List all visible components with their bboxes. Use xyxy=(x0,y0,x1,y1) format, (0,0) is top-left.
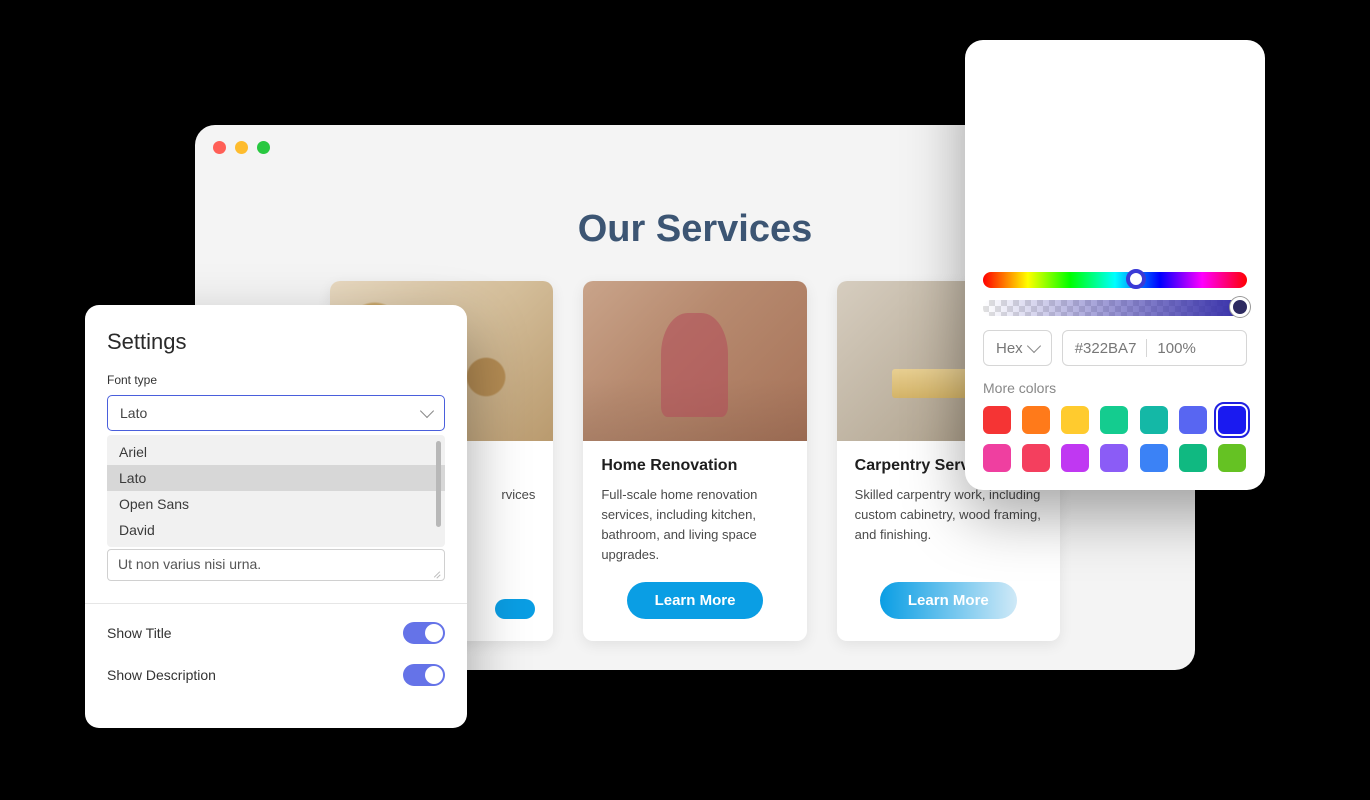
toggle-row: Show Description xyxy=(107,664,445,686)
font-select-value: Lato xyxy=(120,405,147,421)
color-picker-panel: Hex #322BA7 100% More colors xyxy=(965,40,1265,490)
show-description-label: Show Description xyxy=(107,667,216,683)
window-close-icon[interactable] xyxy=(213,141,226,154)
service-card: Home Renovation Full-scale home renovati… xyxy=(583,281,806,641)
show-title-toggle[interactable] xyxy=(403,622,445,644)
color-swatch[interactable] xyxy=(983,444,1011,472)
font-select[interactable]: Lato xyxy=(107,395,445,431)
service-description: Full-scale home renovation services, inc… xyxy=(601,485,788,566)
color-format-select[interactable]: Hex xyxy=(983,330,1052,366)
learn-more-button[interactable]: Learn More xyxy=(627,582,764,619)
font-type-label: Font type xyxy=(107,373,445,387)
color-swatch[interactable] xyxy=(1218,406,1246,434)
font-option[interactable]: Lato xyxy=(107,465,445,491)
color-format-row: Hex #322BA7 100% xyxy=(983,330,1247,366)
scrollbar[interactable] xyxy=(436,441,441,527)
resize-grip-icon[interactable] xyxy=(431,567,441,577)
color-swatch[interactable] xyxy=(1179,406,1207,434)
hex-value: #322BA7 xyxy=(1075,340,1137,357)
toggle-row: Show Title xyxy=(107,622,445,644)
color-swatch[interactable] xyxy=(1140,406,1168,434)
font-option[interactable]: Open Sans xyxy=(107,491,445,517)
textarea-content: Ut non varius nisi urna. xyxy=(118,556,261,572)
color-swatch[interactable] xyxy=(1061,406,1089,434)
settings-panel: Settings Font type Lato Ariel Lato Open … xyxy=(85,305,467,728)
color-swatch[interactable] xyxy=(1100,406,1128,434)
service-title: Home Renovation xyxy=(601,457,788,475)
alpha-thumb[interactable] xyxy=(1230,297,1250,317)
color-swatches xyxy=(983,406,1247,472)
service-description: Skilled carpentry work, including custom… xyxy=(855,485,1042,566)
color-swatch[interactable] xyxy=(1179,444,1207,472)
alpha-slider[interactable] xyxy=(983,300,1247,316)
saturation-picker[interactable] xyxy=(983,58,1247,258)
color-swatch[interactable] xyxy=(1022,444,1050,472)
color-value-input[interactable]: #322BA7 100% xyxy=(1062,330,1247,366)
hue-slider[interactable] xyxy=(983,272,1247,288)
chevron-down-icon xyxy=(1027,339,1041,353)
settings-heading: Settings xyxy=(107,329,445,355)
more-colors-label: More colors xyxy=(983,380,1247,396)
font-option[interactable]: David xyxy=(107,517,445,543)
color-swatch[interactable] xyxy=(1061,444,1089,472)
show-description-toggle[interactable] xyxy=(403,664,445,686)
learn-more-button[interactable] xyxy=(495,599,535,619)
divider xyxy=(1146,339,1147,357)
color-swatch[interactable] xyxy=(1140,444,1168,472)
font-dropdown: Ariel Lato Open Sans David xyxy=(107,435,445,547)
hue-thumb[interactable] xyxy=(1126,269,1146,289)
window-maximize-icon[interactable] xyxy=(257,141,270,154)
color-swatch[interactable] xyxy=(1100,444,1128,472)
divider xyxy=(85,603,467,604)
font-option[interactable]: Ariel xyxy=(107,439,445,465)
color-swatch[interactable] xyxy=(1218,444,1246,472)
service-image xyxy=(583,281,806,441)
color-swatch[interactable] xyxy=(983,406,1011,434)
learn-more-button[interactable]: Learn More xyxy=(880,582,1017,619)
color-format-value: Hex xyxy=(996,340,1023,357)
window-minimize-icon[interactable] xyxy=(235,141,248,154)
description-textarea[interactable]: Ut non varius nisi urna. xyxy=(107,549,445,581)
chevron-down-icon xyxy=(420,404,434,418)
show-title-label: Show Title xyxy=(107,625,172,641)
color-swatch[interactable] xyxy=(1022,406,1050,434)
alpha-value: 100% xyxy=(1157,340,1195,357)
